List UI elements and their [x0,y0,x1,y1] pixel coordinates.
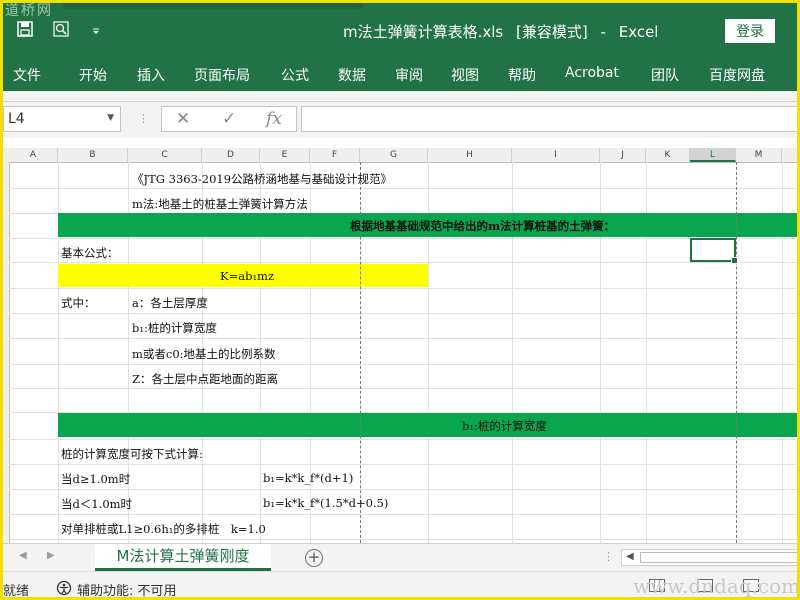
tab-acrobat[interactable]: Acrobat [565,65,619,81]
login-button[interactable]: 登录 [725,19,775,43]
column-header-f[interactable]: F [310,148,360,162]
file-name: m法土弹簧计算表格.xls [343,23,504,41]
header-band-row3: 根据地基基础规范中给出的m法计算桩基的土弹簧： [58,213,797,237]
column-header-d[interactable]: D [202,148,260,162]
column-header-g[interactable]: G [360,148,428,162]
ribbon-tabs: 文件 开始 插入 页面布局 公式 数据 审阅 视图 帮助 Acrobat 团队 … [3,57,797,91]
worksheet-grid[interactable]: A B C D E F G H I J K L M 根据地基基础规范中给出的m法… [3,148,797,543]
chevron-down-icon[interactable]: ▼ [107,113,114,123]
tab-formulas[interactable]: 公式 [281,65,309,85]
formula-input[interactable] [301,106,797,132]
enter-icon[interactable]: ✓ [222,109,236,129]
column-header-e[interactable]: E [260,148,310,162]
add-sheet-icon[interactable]: + [305,549,323,567]
next-sheet-icon[interactable]: ▶ [47,550,55,561]
tab-baidu-netdisk[interactable]: 百度网盘 [709,65,765,85]
column-header-l[interactable]: L [690,148,736,162]
cell-e13: b₁=k*k_f*(d+1) [263,471,354,485]
cell-b15: 对单排桩或L1≥0.6h₁的多排桩 k=1.0 [61,522,266,536]
selected-cell-l4[interactable] [690,238,738,264]
sheet-tab-bar: ◀ ▶ M法计算土弹簧刚度 + ⋮ ◀ [3,543,797,572]
page-break-line [360,162,361,543]
title-separator: - [600,23,606,41]
cell-c8: m或者c0:地基土的比例系数 [132,347,276,361]
insert-function-icon[interactable]: fx [266,109,282,129]
cell-c2: m法:地基土的桩基土弹簧计算方法 [132,197,308,211]
header-band-row11: b₁:桩的计算宽度 [58,413,797,437]
column-header-c[interactable]: C [128,148,202,162]
tab-file[interactable]: 文件 [13,65,41,85]
row11-title: b₁:桩的计算宽度 [462,419,547,433]
tab-view[interactable]: 视图 [451,65,479,85]
ready-status: 就绪 [3,584,30,599]
tab-data[interactable]: 数据 [338,65,366,85]
app-name: Excel [618,23,659,41]
name-box-value: L4 [8,111,25,127]
cell-c7: b₁:桩的计算宽度 [132,321,217,335]
column-header-k[interactable]: K [646,148,690,162]
column-header-a[interactable]: A [9,148,58,162]
prev-sheet-icon[interactable]: ◀ [19,550,27,561]
cell-c9: Z：各土层中点距地面的距离 [132,372,278,386]
accessibility-icon[interactable] [55,580,73,596]
formula-band: K=ab₁mz [58,264,428,287]
column-header-j[interactable]: J [600,148,646,162]
sheet-tab-active[interactable]: M法计算土弹簧刚度 [95,544,271,571]
quick-access-dropdown-icon[interactable] [91,21,101,37]
cell-b6: 式中： [61,296,96,310]
accessibility-status[interactable]: 辅助功能: 不可用 [77,580,177,597]
page-break-line [736,162,737,543]
tab-home[interactable]: 开始 [79,65,107,85]
cell-b13: 当d≥1.0m时 [61,472,131,486]
cell-b12: 桩的计算宽度可按下式计算: [61,447,203,461]
compat-mode: [兼容模式] [516,23,588,41]
formula-bar: L4 ▼ ⋮ ✕ ✓ fx [3,102,797,138]
cancel-icon[interactable]: ✕ [176,109,190,129]
row-headers [3,162,10,543]
cell-c1: 《JTG 3363-2019公路桥涵地基与基础设计规范》 [132,172,393,186]
column-header-m[interactable]: M [736,148,782,162]
scrollbar-splitter-icon[interactable]: ⋮ [603,550,614,563]
cell-b4: 基本公式： [61,246,119,260]
search-icon[interactable] [53,21,69,37]
title-bar: 道桥网 m法土弹簧计算表格.xls [兼容模式] - Excel 登录 [3,3,797,57]
row3-title: 根据地基基础规范中给出的m法计算桩基的土弹簧： [350,219,616,233]
cell-b14: 当d＜1.0m时 [61,497,133,511]
name-box[interactable]: L4 ▼ [3,106,121,132]
cell-c6: a：各土层厚度 [132,296,208,310]
horizontal-scrollbar[interactable]: ◀ [621,549,797,566]
basic-formula: K=ab₁mz [220,269,275,283]
formula-bar-splitter-icon[interactable]: ⋮ [138,112,149,125]
tab-page-layout[interactable]: 页面布局 [194,65,250,85]
tab-help[interactable]: 帮助 [508,65,536,85]
title-strip [63,3,363,9]
tab-team[interactable]: 团队 [651,65,679,85]
column-header-b[interactable]: B [58,148,128,162]
tab-review[interactable]: 审阅 [395,65,423,85]
tab-insert[interactable]: 插入 [137,65,165,85]
column-header-h[interactable]: H [428,148,512,162]
scrollbar-thumb[interactable] [640,552,797,563]
save-icon[interactable] [17,21,33,37]
window-title: m法土弹簧计算表格.xls [兼容模式] - Excel [343,21,666,42]
ribbon-collapsed [3,91,797,102]
watermark-bottom: www.dndaq.com [633,574,800,598]
column-header-i[interactable]: I [512,148,600,162]
column-headers: A B C D E F G H I J K L M [3,148,797,163]
cell-e14: b₁=k*k_f*(1.5*d+0.5) [263,496,389,510]
formula-actions: ✕ ✓ fx [161,106,297,132]
scroll-left-icon[interactable]: ◀ [626,551,634,562]
app-window: 道桥网 m法土弹簧计算表格.xls [兼容模式] - Excel 登录 文件 开… [0,0,800,600]
status-bar: 就绪 辅助功能: 不可用 www.dndaq.com [3,571,800,599]
watermark-top: 道桥网 [5,3,53,19]
